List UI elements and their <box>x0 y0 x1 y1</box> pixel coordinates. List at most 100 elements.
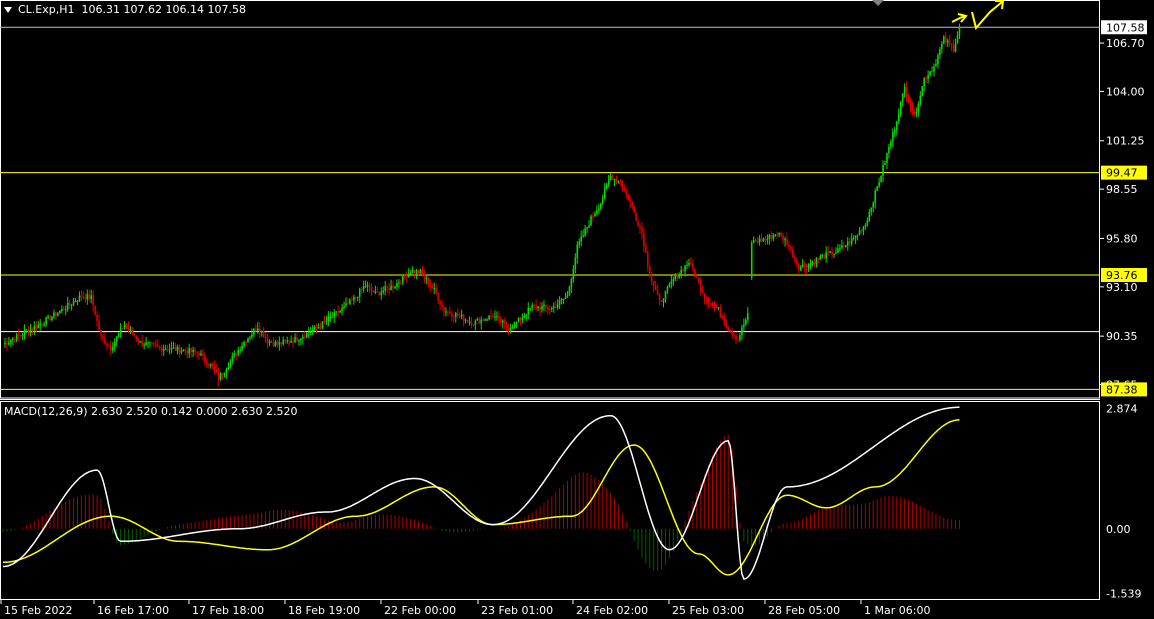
candle-body <box>664 290 667 300</box>
candle-body <box>884 162 886 165</box>
macd-signal-line <box>3 419 960 576</box>
candle-body <box>319 327 322 329</box>
candle-body <box>70 304 73 306</box>
candle-body <box>209 364 212 366</box>
candle-body <box>182 349 185 351</box>
candle-body <box>594 213 596 217</box>
candle-body <box>439 300 441 305</box>
candle-body <box>394 286 396 289</box>
candle-body <box>833 253 835 255</box>
candle-body <box>756 241 759 243</box>
candle-body <box>572 269 575 280</box>
candle-body <box>701 290 704 294</box>
candle-body <box>335 311 337 313</box>
candle-body <box>117 333 120 337</box>
candle-body <box>274 341 277 346</box>
candle-body <box>323 321 326 323</box>
candle-body <box>939 48 941 56</box>
candle-body <box>707 298 710 303</box>
candle-body <box>33 325 36 330</box>
candle-body <box>503 320 506 324</box>
current-price-label: 107.58 <box>1106 21 1145 34</box>
candle-body <box>374 291 377 293</box>
time-tick-label: 28 Feb 05:00 <box>768 604 840 617</box>
candle-body <box>650 276 653 282</box>
candle-body <box>696 276 698 278</box>
candle-body <box>713 304 716 306</box>
candle-body <box>886 153 888 163</box>
level-price-label: 87.38 <box>1106 383 1138 396</box>
candle-body <box>913 112 916 114</box>
candle-body <box>62 309 65 311</box>
candle-body <box>115 336 118 342</box>
candle-body <box>547 307 549 310</box>
candle-body <box>211 364 214 367</box>
candle-body <box>423 274 426 279</box>
candle-body <box>805 266 808 268</box>
candle-body <box>227 366 230 370</box>
candle-body <box>776 234 778 236</box>
candle-body <box>390 285 392 290</box>
candle-body <box>703 293 706 299</box>
candle-body <box>811 262 814 264</box>
candle-body <box>582 235 584 237</box>
candle-body <box>603 188 606 199</box>
candle-body <box>927 75 929 79</box>
candle-body <box>660 300 663 302</box>
candle-body <box>327 316 330 321</box>
candle-body <box>215 370 218 373</box>
candle-body <box>72 301 75 305</box>
candle-body <box>652 281 655 287</box>
candle-body <box>709 302 712 304</box>
candle-body <box>935 63 937 67</box>
candle-body <box>86 294 89 300</box>
candle-body <box>835 252 837 254</box>
candle-body <box>8 342 10 345</box>
candle-body <box>760 238 763 242</box>
candle-body <box>458 315 461 317</box>
trading-chart[interactable]: 106.70 104.00 101.25 98.55 95.80 93.10 90.35 87… <box>0 0 1154 619</box>
candle-body <box>102 335 104 339</box>
candle-body <box>752 240 755 243</box>
candle-body <box>601 198 604 204</box>
candle-body <box>368 285 371 287</box>
candle-body <box>362 286 365 290</box>
price-tick-label: 104.00 <box>1106 85 1145 98</box>
candle-body <box>276 341 279 345</box>
candle-body <box>341 307 343 311</box>
candle-body <box>948 40 951 44</box>
candle-body <box>944 36 947 43</box>
candle-body <box>255 328 257 331</box>
candle-body <box>421 269 424 275</box>
candle-body <box>633 206 635 213</box>
candle-body <box>894 129 896 132</box>
candle-body <box>468 321 471 323</box>
candle-body <box>194 349 196 352</box>
candle-body <box>554 306 557 308</box>
price-tick-label: 106.70 <box>1106 37 1145 50</box>
candle-body <box>727 326 729 331</box>
candle-body <box>954 43 957 52</box>
candle-body <box>492 316 494 318</box>
candle-body <box>108 345 110 347</box>
candle-body <box>627 194 630 201</box>
candle-body <box>35 325 38 329</box>
candle-body <box>233 353 236 357</box>
candle-body <box>915 112 918 114</box>
candle-body <box>590 216 592 226</box>
candle-body <box>680 269 682 275</box>
candle-body <box>950 43 953 46</box>
candle-body <box>272 342 275 346</box>
candle-body <box>284 339 287 341</box>
candle-body <box>39 323 42 325</box>
candle-body <box>392 285 394 289</box>
candle-body <box>888 146 890 154</box>
candle-body <box>196 351 198 354</box>
candle-body <box>513 322 516 328</box>
candle-body <box>153 342 155 344</box>
candle-body <box>474 320 477 326</box>
candle-body <box>645 246 647 253</box>
candle-body <box>245 342 247 344</box>
candle-body <box>543 304 545 307</box>
candle-body <box>870 207 873 212</box>
